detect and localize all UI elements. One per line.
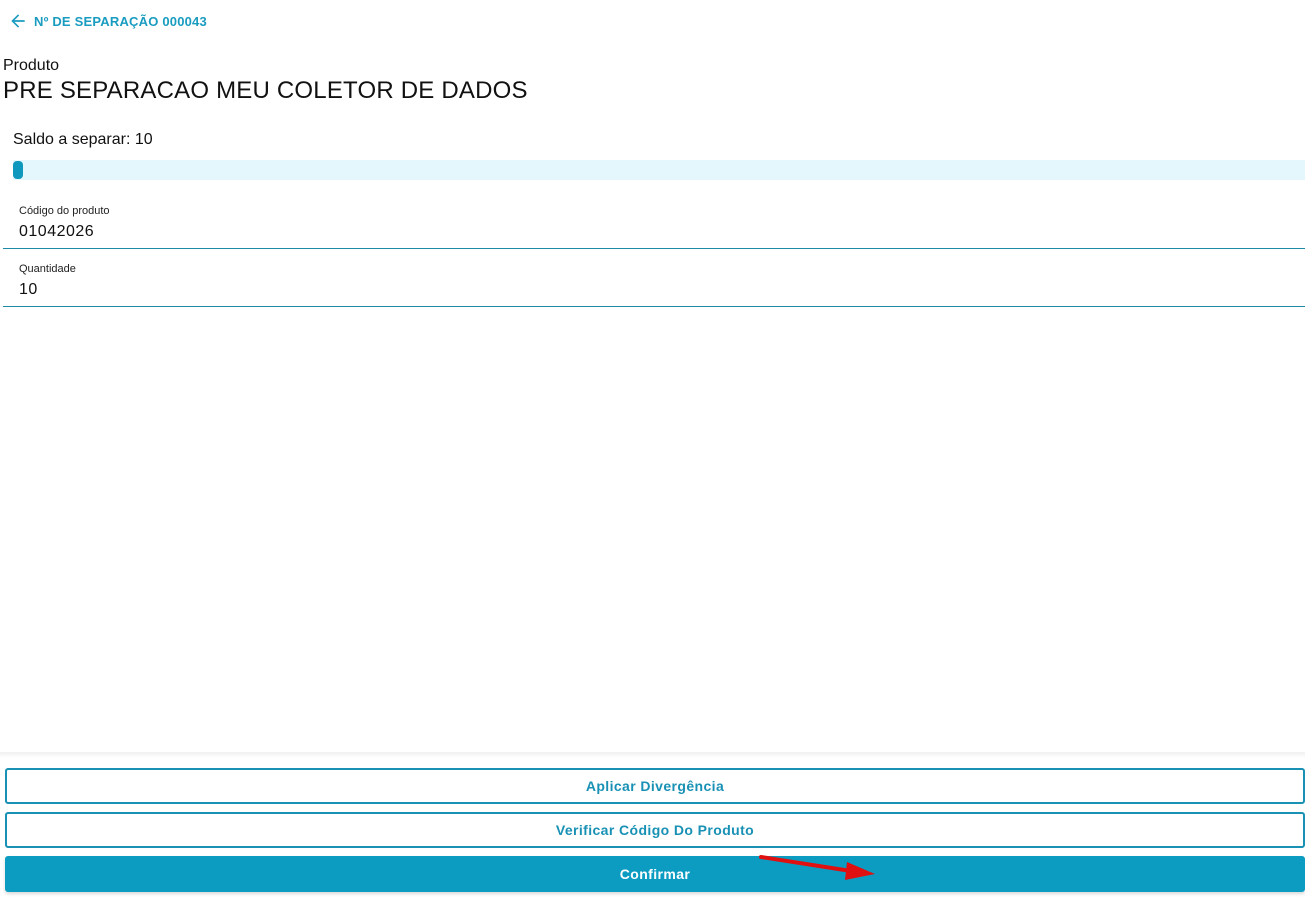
product-code-field[interactable]: Código do produto — [3, 191, 1305, 249]
product-code-input[interactable] — [19, 221, 1289, 243]
action-bar-divider — [0, 752, 1305, 758]
separation-progress-fill — [13, 161, 23, 179]
quantity-label: Quantidade — [19, 263, 76, 275]
confirm-button[interactable]: Confirmar — [5, 856, 1305, 892]
quantity-field[interactable]: Quantidade — [3, 249, 1305, 307]
product-code-label: Código do produto — [19, 205, 110, 217]
separation-number-title[interactable]: Nº DE SEPARAÇÃO 000043 — [34, 14, 207, 29]
arrow-left-icon[interactable] — [8, 11, 28, 31]
quantity-input[interactable] — [19, 279, 1289, 301]
back-navigation[interactable]: Nº DE SEPARAÇÃO 000043 — [8, 10, 207, 32]
apply-divergence-button[interactable]: Aplicar Divergência — [5, 768, 1305, 804]
separation-progress-bar — [13, 160, 1305, 180]
verify-product-code-button[interactable]: Verificar Código Do Produto — [5, 812, 1305, 848]
product-name: PRE SEPARACAO MEU COLETOR DE DADOS — [3, 77, 528, 104]
saldo-text: Saldo a separar: 10 — [13, 131, 153, 148]
separation-screen: Nº DE SEPARAÇÃO 000043 Produto PRE SEPAR… — [0, 0, 1305, 899]
product-label: Produto — [3, 57, 60, 74]
